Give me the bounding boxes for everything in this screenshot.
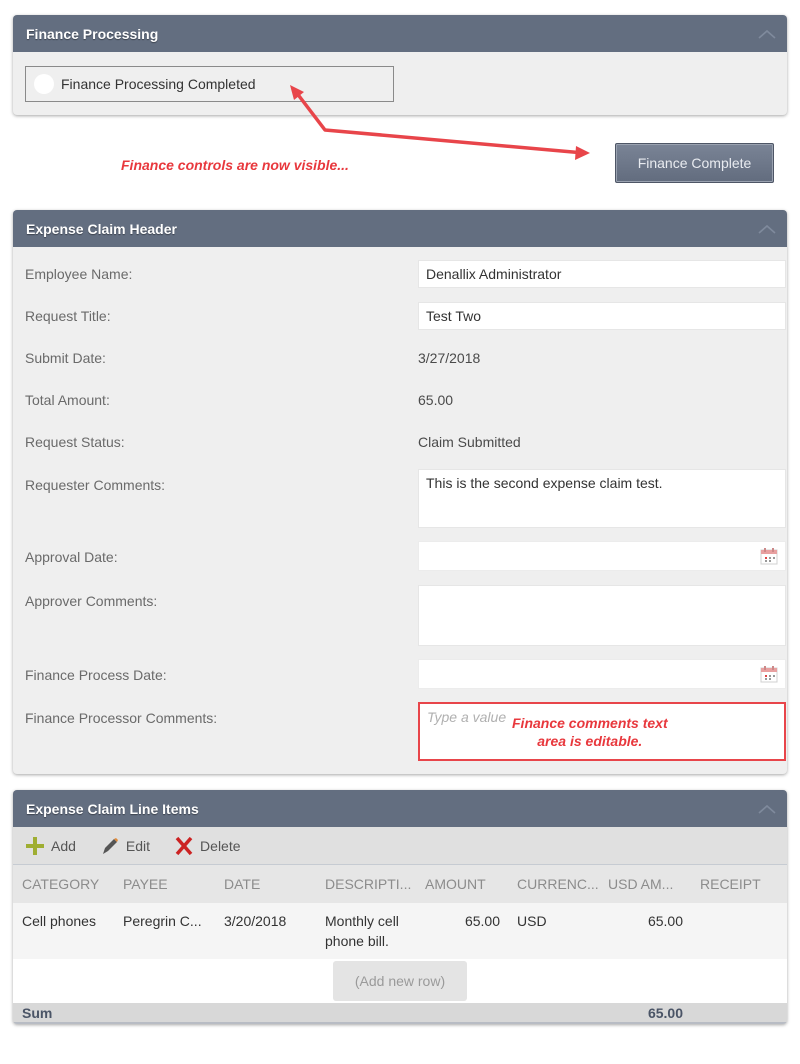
column-header-receipt[interactable]: RECEIPT — [691, 876, 787, 892]
finance-processor-comments-label: Finance Processor Comments: — [25, 710, 218, 726]
expense-claim-header-panel: Expense Claim Header Employee Name: Dena… — [13, 210, 787, 774]
approval-date-input[interactable] — [418, 541, 786, 571]
approver-comments-textarea[interactable] — [418, 585, 786, 646]
chevron-up-icon[interactable] — [747, 790, 787, 827]
column-header-usd-amount[interactable]: USD AM... — [599, 876, 691, 892]
panel-title: Finance Processing — [26, 25, 159, 42]
request-status-value: Claim Submitted — [418, 434, 521, 450]
plus-icon — [26, 836, 44, 855]
column-header-category[interactable]: CATEGORY — [13, 876, 114, 892]
line-items-toolbar: Add Edit Delete — [13, 827, 787, 865]
edit-label: Edit — [125, 837, 151, 854]
request-status-label: Request Status: — [25, 434, 125, 450]
total-amount-label: Total Amount: — [25, 392, 110, 408]
finance-processing-completed-checkbox[interactable]: Finance Processing Completed — [25, 66, 394, 102]
checkbox-label: Finance Processing Completed — [61, 76, 256, 92]
checkbox-indicator[interactable] — [34, 74, 54, 94]
annotation-line-1: Finance comments text — [512, 715, 668, 731]
cell-date: 3/20/2018 — [224, 913, 287, 929]
column-header-amount[interactable]: AMOUNT — [416, 876, 508, 892]
finance-complete-button[interactable]: Finance Complete — [615, 143, 774, 183]
finance-processing-header[interactable]: Finance Processing — [13, 15, 787, 52]
annotation-comments-editable: Finance comments text area is editable. — [512, 714, 668, 750]
cell-description: Monthly cell phone bill. — [325, 913, 399, 949]
add-row-area: (Add new row) — [13, 959, 787, 1003]
add-new-row-button[interactable]: (Add new row) — [333, 961, 467, 1001]
delete-label: Delete — [200, 837, 241, 854]
approver-comments-label: Approver Comments: — [25, 593, 158, 609]
chevron-up-icon[interactable] — [747, 210, 787, 247]
x-icon — [175, 836, 193, 855]
sum-row: Sum 65.00 — [13, 1003, 787, 1024]
sum-label: Sum — [22, 1004, 53, 1021]
column-header-description[interactable]: DESCRIPTI... — [316, 876, 416, 892]
column-header-payee[interactable]: PAYEE — [114, 876, 215, 892]
employee-name-input[interactable]: Denallix Administrator — [418, 260, 786, 288]
column-header-date[interactable]: DATE — [215, 876, 316, 892]
annotation-controls-visible: Finance controls are now visible... — [121, 157, 349, 173]
calendar-icon[interactable] — [759, 546, 779, 566]
chevron-up-icon[interactable] — [747, 15, 787, 52]
expense-claim-line-items-panel: Expense Claim Line Items Add Edit Delete… — [13, 790, 787, 1024]
cell-receipt — [691, 911, 787, 959]
requester-comments-textarea[interactable]: This is the second expense claim test. — [418, 469, 786, 528]
finance-process-date-input[interactable] — [418, 659, 786, 689]
cell-amount: 65.00 — [464, 913, 500, 929]
total-amount-value: 65.00 — [418, 392, 454, 408]
employee-name-label: Employee Name: — [25, 266, 133, 282]
request-title-input[interactable]: Test Two — [418, 302, 786, 330]
request-title-label: Request Title: — [25, 308, 111, 324]
approval-date-label: Approval Date: — [25, 549, 118, 565]
finance-processing-panel: Finance Processing Finance Processing Co… — [13, 15, 787, 115]
calendar-icon[interactable] — [759, 664, 779, 684]
delete-button[interactable]: Delete — [174, 836, 241, 856]
cell-payee: Peregrin C... — [123, 913, 202, 929]
pencil-icon — [102, 837, 118, 854]
submit-date-value: 3/27/2018 — [418, 350, 481, 366]
finance-process-date-label: Finance Process Date: — [25, 667, 167, 683]
cell-usd-amount: 65.00 — [647, 913, 683, 929]
expense-claim-header-header[interactable]: Expense Claim Header — [13, 210, 787, 247]
annotation-line-2: area is editable. — [537, 733, 643, 749]
add-button[interactable]: Add — [25, 836, 76, 856]
cell-currency: USD — [517, 913, 547, 929]
add-label: Add — [51, 837, 76, 854]
cell-category: Cell phones — [22, 913, 96, 929]
grid-header-row: CATEGORY PAYEE DATE DESCRIPTI... AMOUNT … — [13, 865, 787, 903]
panel-title: Expense Claim Line Items — [26, 800, 199, 817]
panel-title: Expense Claim Header — [26, 220, 177, 237]
placeholder-text: Type a value — [427, 709, 507, 725]
requester-comments-label: Requester Comments: — [25, 477, 166, 493]
submit-date-label: Submit Date: — [25, 350, 106, 366]
sum-value: 65.00 — [647, 1004, 683, 1021]
table-row[interactable]: Cell phones Peregrin C... 3/20/2018 Mont… — [13, 903, 787, 959]
column-header-currency[interactable]: CURRENC... — [508, 876, 599, 892]
edit-button[interactable]: Edit — [100, 836, 150, 856]
line-items-header[interactable]: Expense Claim Line Items — [13, 790, 787, 827]
